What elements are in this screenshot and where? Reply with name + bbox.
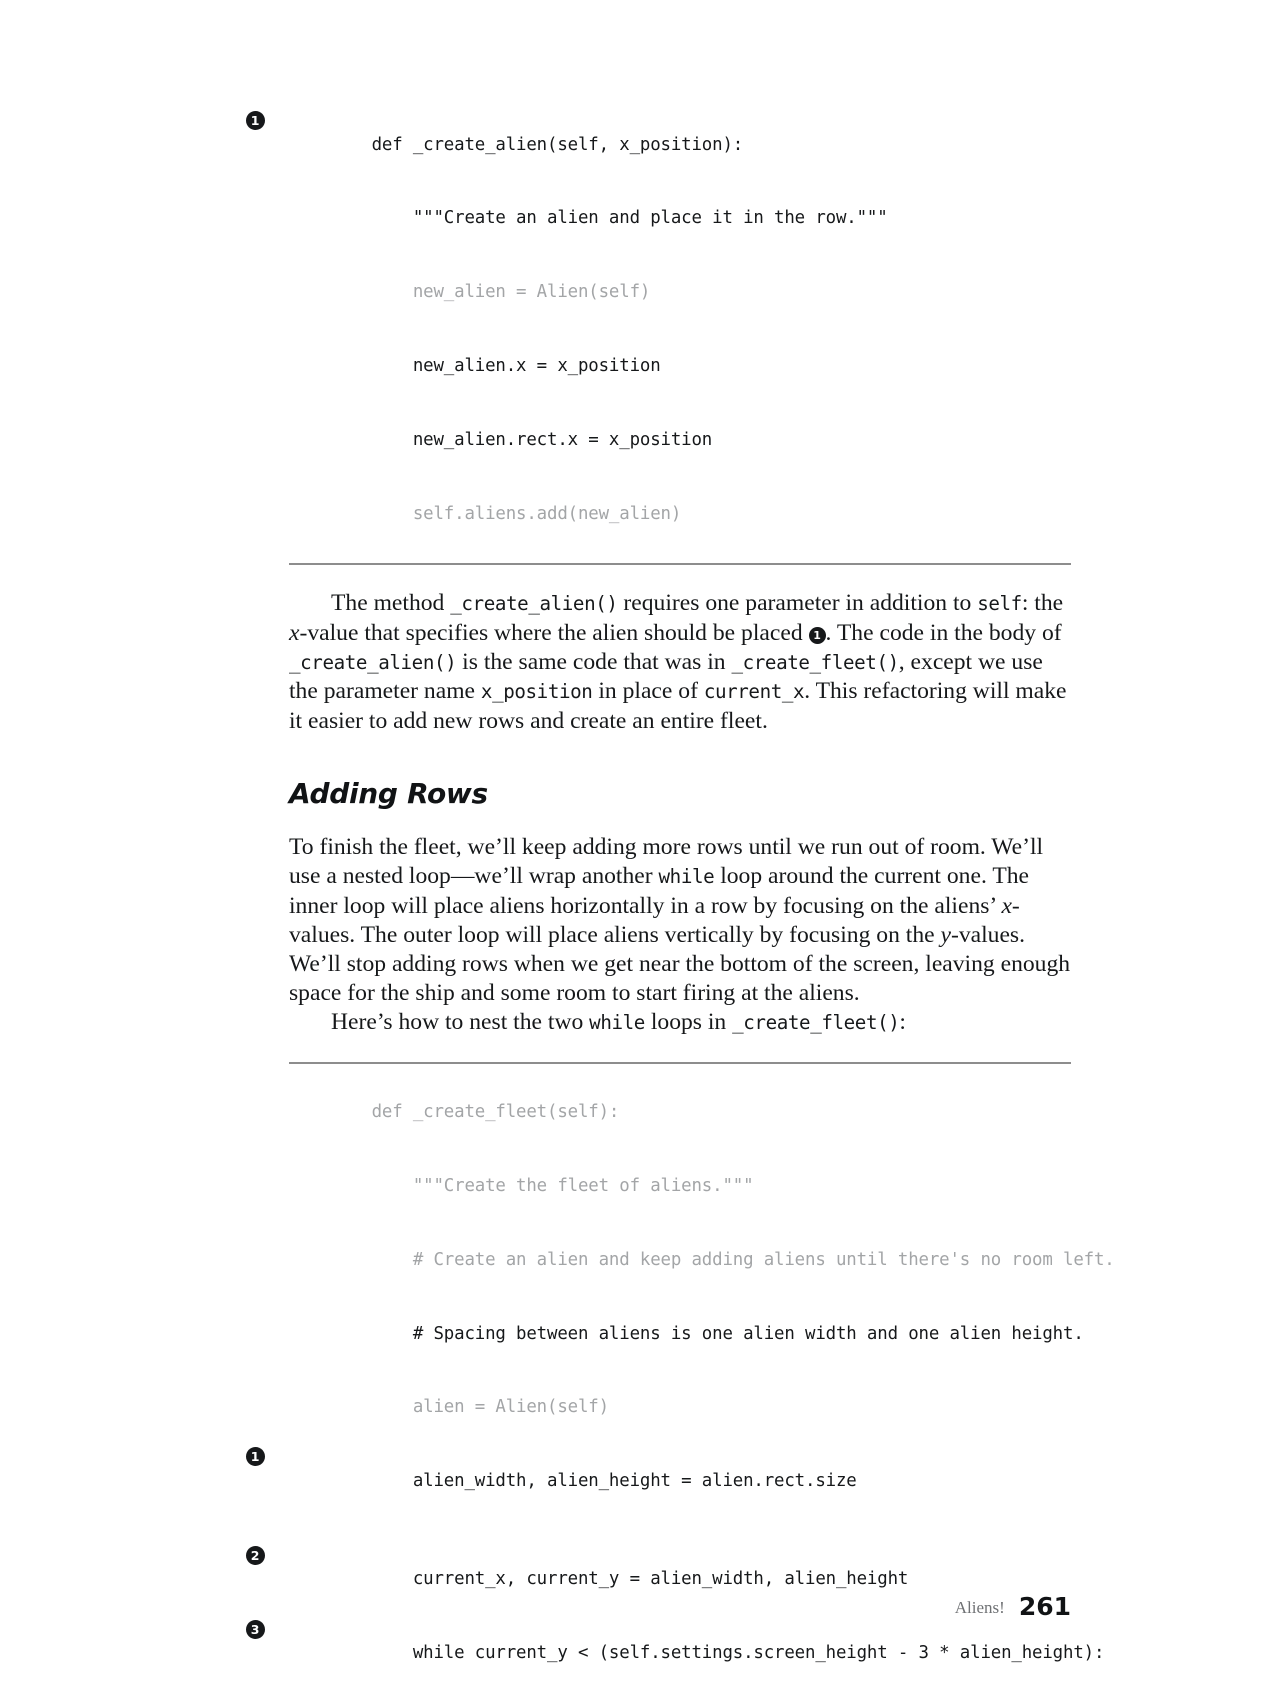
- section-heading-adding-rows: Adding Rows: [289, 777, 488, 811]
- text-run: loops in: [644, 1008, 733, 1035]
- code-text: def _create_alien(self, x_position):: [371, 134, 744, 155]
- text-run: is the same code that was in: [456, 648, 732, 675]
- code-text: self.aliens.add(new_alien): [371, 503, 682, 524]
- code-line: # Spacing between aliens is one alien wi…: [289, 1297, 1084, 1371]
- text-run: -value that specifies where the alien sh…: [299, 619, 809, 646]
- paragraph-nested-loop-intro: To finish the fleet, we’ll keep adding m…: [289, 833, 1071, 1007]
- page-content: 1 def _create_alien(self, x_position): ""…: [245, 0, 1115, 1691]
- text-run: The method: [331, 589, 451, 616]
- callout-marker: 2: [244, 1544, 266, 1566]
- code-text: while current_y < (self.settings.screen_…: [371, 1643, 1105, 1664]
- code-line: alien = Alien(self): [289, 1371, 1071, 1445]
- code-text: new_alien.rect.x = x_position: [371, 429, 713, 450]
- emphasis: x: [289, 619, 300, 646]
- code-line: # Create an alien and keep adding aliens…: [289, 1223, 1115, 1297]
- emphasis: y: [940, 921, 951, 948]
- code-line: self.aliens.add(new_alien): [289, 477, 1071, 551]
- code-line: 3 while current_y < (self.settings.scree…: [245, 1617, 1104, 1691]
- code-line: 1 def _create_alien(self, x_position):: [245, 108, 1071, 182]
- inline-code: while: [589, 1010, 645, 1034]
- code-text: alien = Alien(self): [371, 1397, 609, 1418]
- code-text: # Create an alien and keep adding aliens…: [371, 1249, 1115, 1270]
- code-line: """Create an alien and place it in the r…: [289, 182, 1071, 256]
- book-page: 1 def _create_alien(self, x_position): ""…: [0, 0, 1280, 1691]
- code-text: alien_width, alien_height = alien.rect.s…: [371, 1471, 857, 1492]
- inline-code: current_x: [703, 680, 805, 704]
- text-run: requires one parameter in addition to: [617, 589, 978, 616]
- code-text: new_alien.x = x_position: [371, 355, 661, 376]
- code-text: """Create an alien and place it in the r…: [371, 208, 888, 229]
- inline-code: _create_fleet(): [731, 650, 899, 674]
- code-text: """Create the fleet of aliens.""": [371, 1175, 754, 1196]
- callout-inline: 1: [808, 626, 826, 644]
- code-line: new_alien.rect.x = x_position: [289, 403, 1071, 477]
- footer-book-title: Aliens!: [954, 1598, 1005, 1617]
- text-run: :: [899, 1008, 906, 1035]
- inline-code: self: [977, 591, 1022, 615]
- inline-code: _create_alien(): [289, 650, 457, 674]
- callout-marker: 1: [244, 1445, 266, 1467]
- inline-code: _create_fleet(): [732, 1010, 900, 1034]
- code-listing-one: 1 def _create_alien(self, x_position): ""…: [245, 98, 1071, 565]
- code-line: """Create the fleet of aliens.""": [289, 1149, 1071, 1223]
- code-text: new_alien = Alien(self): [371, 282, 651, 303]
- paragraph-method-explanation: The method _create_alien() requires one …: [289, 589, 1071, 737]
- footer-page-number: 261: [1018, 1592, 1071, 1621]
- callout-marker: 3: [244, 1618, 266, 1640]
- text-run: . The code in the body of: [825, 619, 1062, 646]
- text-run: in place of: [592, 678, 704, 705]
- inline-code: x_position: [480, 680, 593, 704]
- callout-marker: 1: [244, 109, 266, 131]
- code-text: # Spacing between aliens is one alien wi…: [371, 1323, 1084, 1344]
- code-line: new_alien = Alien(self): [289, 256, 1071, 330]
- text-run: : the: [1021, 589, 1064, 616]
- code-line: new_alien.x = x_position: [289, 329, 1071, 403]
- code-line: def _create_fleet(self):: [289, 1076, 1071, 1150]
- paragraph-listing-lead-in: Here’s how to nest the two while loops i…: [289, 1008, 1071, 1038]
- text-run: Here’s how to nest the two: [331, 1008, 590, 1035]
- page-footer: Aliens! 261: [289, 1592, 1071, 1621]
- inline-code: _create_alien(): [450, 591, 618, 615]
- code-text: def _create_fleet(self):: [371, 1102, 620, 1123]
- code-text: current_x, current_y = alien_width, alie…: [371, 1569, 909, 1590]
- emphasis: x: [1001, 893, 1012, 920]
- code-line: 1 alien_width, alien_height = alien.rect…: [245, 1444, 1071, 1518]
- inline-code: while: [658, 865, 715, 889]
